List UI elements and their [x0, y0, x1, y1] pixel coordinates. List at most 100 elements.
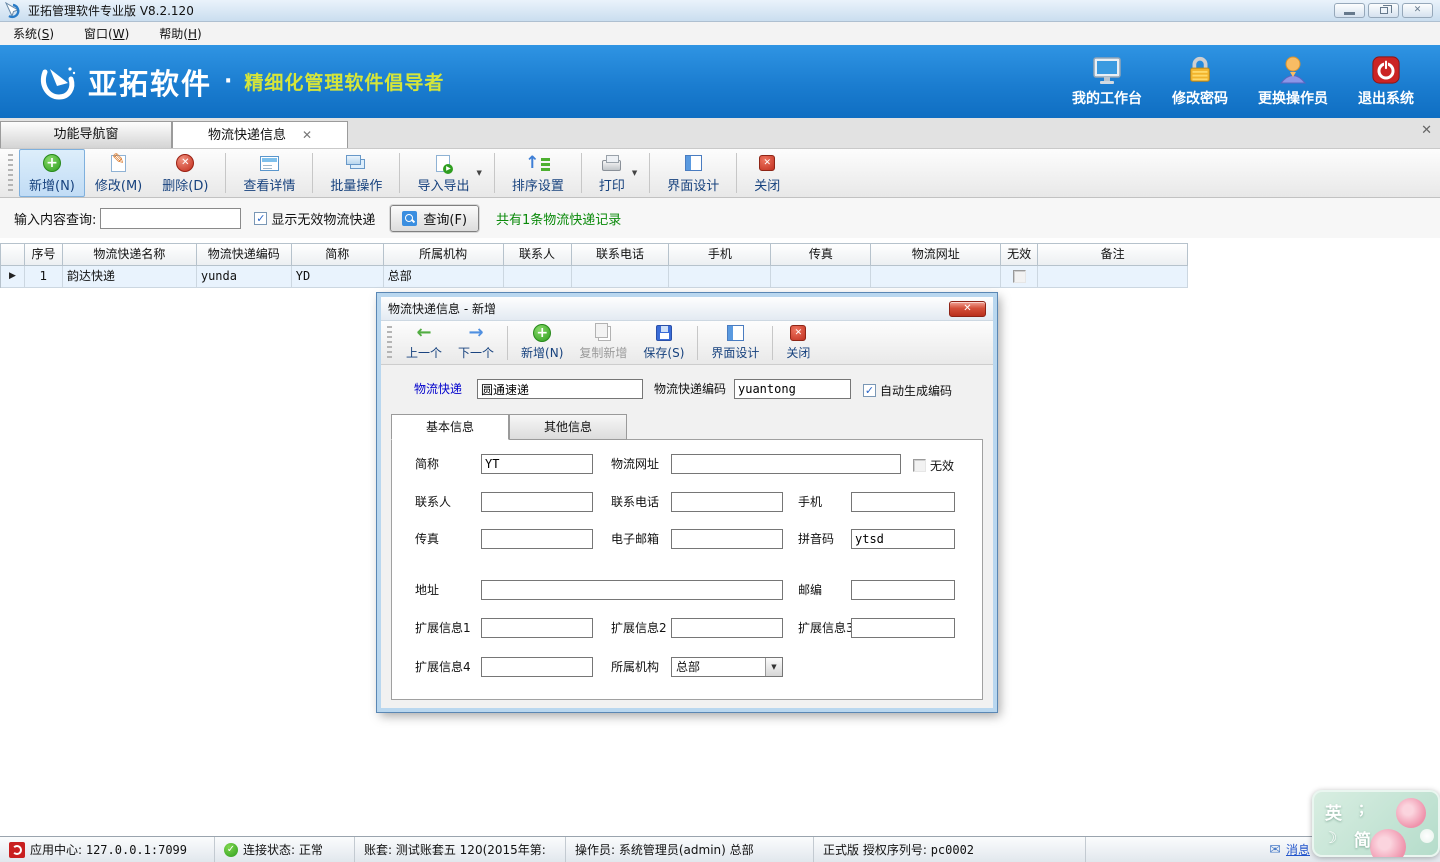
ime-simplified-label[interactable]: 简: [1354, 826, 1371, 851]
chevron-down-icon[interactable]: ▼: [765, 658, 782, 676]
tab-close-icon[interactable]: ✕: [302, 129, 312, 141]
toolbar-separator: [649, 153, 650, 193]
view-detail-button[interactable]: 查看详情: [233, 149, 305, 197]
menu-window[interactable]: 窗口(W): [84, 25, 129, 42]
new-button[interactable]: + 新增(N): [19, 149, 85, 197]
show-invalid-checkbox[interactable]: ✓ 显示无效物流快递: [254, 209, 375, 228]
close-button[interactable]: ✕: [1402, 3, 1433, 18]
exit-system-button[interactable]: 退出系统: [1358, 55, 1414, 108]
import-export-dropdown-icon[interactable]: ▼: [476, 169, 481, 177]
dialog-ui-design-button[interactable]: 界面设计: [703, 323, 767, 363]
org-value: 总部: [672, 658, 765, 676]
close-tab-button[interactable]: ✕ 关闭: [744, 149, 790, 197]
mobile-input[interactable]: [851, 492, 955, 512]
dialog-new-button[interactable]: + 新增(N): [513, 323, 571, 363]
column-header[interactable]: 序号: [25, 244, 63, 266]
column-header[interactable]: 无效: [1001, 244, 1038, 266]
brand-slogan: 精细化管理软件倡导者: [244, 68, 444, 95]
column-header[interactable]: 传真: [771, 244, 871, 266]
ext3-label: 扩展信息3: [798, 618, 854, 639]
cell-code: yunda: [197, 266, 292, 288]
next-button[interactable]: → 下一个: [450, 323, 502, 363]
logistics-name-label: 物流快递: [414, 379, 462, 400]
switch-operator-button[interactable]: 更换操作员: [1258, 55, 1328, 108]
ext2-input[interactable]: [671, 618, 783, 638]
print-button[interactable]: 打印: [589, 149, 635, 197]
menu-help[interactable]: 帮助(H): [159, 25, 201, 42]
batch-ops-button[interactable]: 批量操作: [320, 149, 392, 197]
zip-input[interactable]: [851, 580, 955, 600]
edit-button[interactable]: ✎ 修改(M): [85, 149, 152, 197]
ext1-label: 扩展信息1: [415, 618, 471, 639]
fax-input[interactable]: [481, 529, 593, 549]
previous-button[interactable]: ← 上一个: [398, 323, 450, 363]
tab-other-info[interactable]: 其他信息: [509, 414, 627, 440]
minimize-button[interactable]: [1334, 3, 1365, 18]
column-header[interactable]: 备注: [1038, 244, 1188, 266]
org-combobox[interactable]: 总部 ▼: [671, 657, 783, 677]
change-password-button[interactable]: 修改密码: [1172, 55, 1228, 108]
pinyin-input[interactable]: [851, 529, 955, 549]
invalid-checkbox[interactable]: 无效: [913, 457, 954, 474]
ext2-label: 扩展信息2: [611, 618, 667, 639]
brand-logo-icon: [36, 61, 78, 103]
column-header[interactable]: 联系电话: [572, 244, 670, 266]
auto-code-checkbox[interactable]: ✓ 自动生成编码: [863, 382, 952, 399]
ext1-input[interactable]: [481, 618, 593, 638]
ui-design-button[interactable]: 界面设计: [657, 149, 729, 197]
contact-input[interactable]: [481, 492, 593, 512]
ime-language-widget[interactable]: 英 ； ☽ 简: [1312, 790, 1440, 857]
column-header[interactable]: 物流快递编码: [197, 244, 292, 266]
column-header[interactable]: 物流快递名称: [63, 244, 197, 266]
ext4-input[interactable]: [481, 657, 593, 677]
moon-icon[interactable]: ☽: [1323, 828, 1337, 847]
url-input[interactable]: [671, 454, 901, 474]
my-workbench-button[interactable]: 我的工作台: [1072, 55, 1142, 108]
ime-english-label[interactable]: 英: [1325, 799, 1342, 824]
tabstrip-close-icon[interactable]: ✕: [1421, 123, 1432, 138]
dialog-close-button[interactable]: ✕: [949, 301, 986, 317]
address-input[interactable]: [481, 580, 783, 600]
toolbar-separator: [736, 153, 737, 193]
query-button[interactable]: 查询(F): [390, 205, 479, 232]
status-spacer: [1086, 837, 1260, 862]
tab-logistics-info[interactable]: 物流快递信息 ✕: [172, 121, 348, 148]
flower-decoration: [1420, 829, 1434, 843]
import-export-button[interactable]: ▶ 导入导出: [407, 149, 479, 197]
ext3-input[interactable]: [851, 618, 955, 638]
restore-button[interactable]: [1368, 3, 1399, 18]
column-header[interactable]: 物流网址: [871, 244, 1001, 266]
sort-settings-button[interactable]: ↑ 排序设置: [502, 149, 574, 197]
checkbox-checked-icon: ✓: [254, 212, 267, 225]
logistics-table: 序号 物流快递名称 物流快递编码 简称 所属机构 联系人 联系电话 手机 传真 …: [0, 243, 1188, 288]
delete-button[interactable]: ✕ 删除(D): [152, 149, 218, 197]
dialog-toolbar: ← 上一个 → 下一个 + 新增(N) 复制新增 保存(S) 界面设计 ✕ 关闭: [381, 321, 993, 365]
tab-nav-window[interactable]: 功能导航窗: [0, 121, 172, 148]
zip-label: 邮编: [798, 580, 822, 601]
table-row[interactable]: ▶ 1 韵达快递 yunda YD 总部: [1, 266, 1188, 288]
email-input[interactable]: [671, 529, 783, 549]
save-button[interactable]: 保存(S): [635, 323, 692, 363]
ime-punctuation-label[interactable]: ；: [1358, 799, 1372, 819]
menu-system[interactable]: 系统(S): [13, 25, 54, 42]
tab-basic-info[interactable]: 基本信息: [391, 414, 509, 440]
invalid-checkbox: [1013, 270, 1026, 283]
brand-name: 亚拓软件: [88, 61, 212, 103]
search-input[interactable]: [100, 208, 241, 229]
sort-icon: ↑: [525, 156, 550, 171]
message-link[interactable]: 消息: [1286, 841, 1310, 858]
abbr-input[interactable]: [481, 454, 593, 474]
logistics-name-input[interactable]: [477, 379, 643, 399]
dialog-close-tool-button[interactable]: ✕ 关闭: [778, 323, 818, 363]
phone-input[interactable]: [671, 492, 783, 512]
basic-info-panel: 简称 物流网址 无效 联系人 联系电话 手机 传真 电子邮箱 拼音码 地址: [391, 439, 983, 700]
column-header[interactable]: 手机: [669, 244, 771, 266]
column-header[interactable]: 简称: [292, 244, 384, 266]
print-dropdown-icon[interactable]: ▼: [632, 169, 637, 177]
column-header[interactable]: 联系人: [504, 244, 572, 266]
brand-header: 亚拓软件 · 精细化管理软件倡导者 我的工作台 修改密码: [0, 45, 1440, 118]
column-header[interactable]: 所属机构: [384, 244, 504, 266]
copy-new-button[interactable]: 复制新增: [571, 323, 635, 363]
logistics-code-input[interactable]: [734, 379, 851, 399]
main-toolbar: + 新增(N) ✎ 修改(M) ✕ 删除(D) 查看详情 批量操作 ▶ 导入导出…: [0, 148, 1440, 198]
